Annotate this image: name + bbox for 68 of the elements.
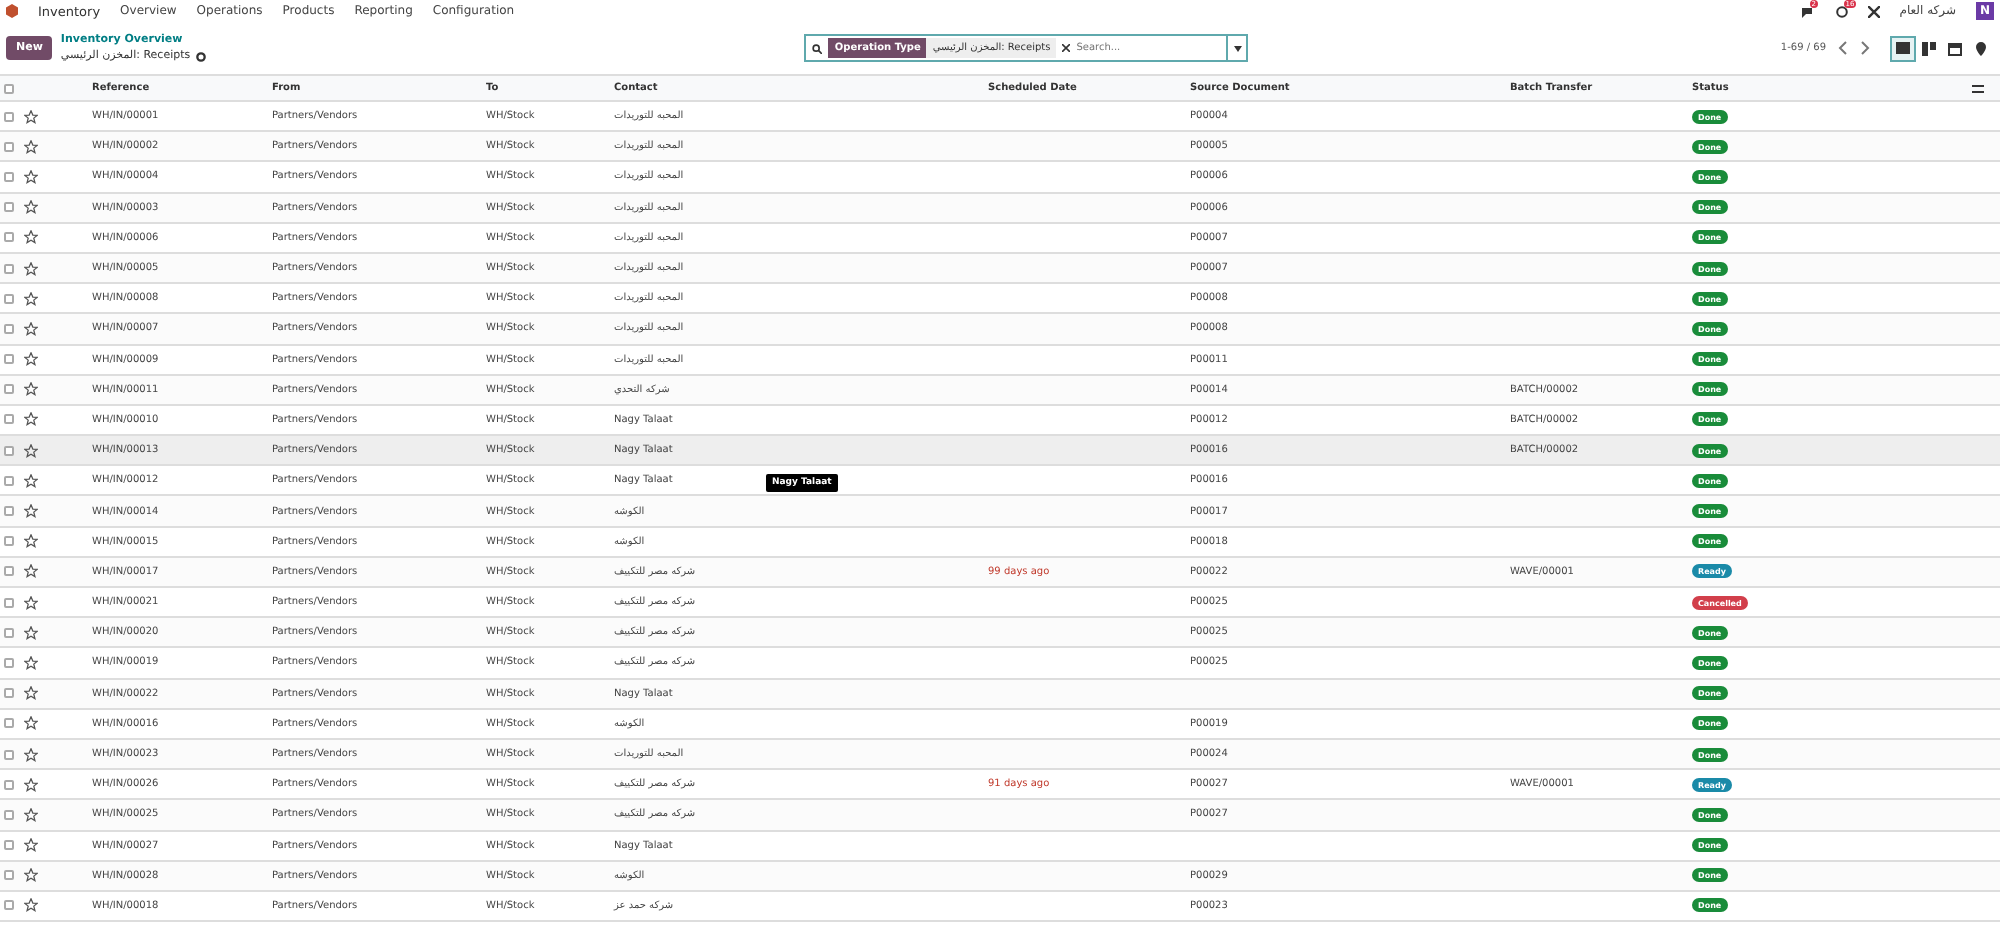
star-icon[interactable] <box>24 321 38 336</box>
star-icon[interactable] <box>24 655 38 670</box>
checkbox[interactable] <box>4 171 14 182</box>
star-icon[interactable] <box>24 595 38 610</box>
tools-icon[interactable] <box>1867 5 1880 17</box>
star-icon[interactable] <box>24 200 38 215</box>
checkbox[interactable] <box>4 445 14 456</box>
close-icon[interactable] <box>1062 44 1071 52</box>
checkbox[interactable] <box>4 657 14 668</box>
star-icon[interactable] <box>24 352 38 367</box>
star-icon[interactable] <box>24 534 38 549</box>
star-icon[interactable] <box>24 807 38 822</box>
star-icon[interactable] <box>24 898 38 913</box>
star-icon[interactable] <box>24 564 38 579</box>
star-icon[interactable] <box>24 230 38 245</box>
column-settings-icon[interactable] <box>1972 83 1984 93</box>
checkbox[interactable] <box>4 840 14 851</box>
list-icon <box>1896 42 1910 54</box>
star-icon[interactable] <box>24 747 38 762</box>
checkbox[interactable] <box>4 566 14 577</box>
calendar-icon <box>1948 41 1962 55</box>
search-icon <box>812 43 823 53</box>
star-icon[interactable] <box>24 443 38 458</box>
checkbox[interactable] <box>4 688 14 699</box>
star-icon[interactable] <box>24 686 38 701</box>
checkbox[interactable] <box>4 384 14 395</box>
caret-icon[interactable] <box>1233 45 1242 51</box>
checkbox[interactable] <box>4 870 14 881</box>
dropdown-toggle[interactable] <box>1226 36 1247 60</box>
star-icon[interactable] <box>24 868 38 883</box>
star-icon[interactable] <box>24 625 38 640</box>
gear-icon[interactable] <box>196 51 207 61</box>
checkbox[interactable] <box>4 323 14 334</box>
star-icon[interactable] <box>24 169 38 184</box>
checkbox[interactable] <box>4 627 14 638</box>
checkbox[interactable] <box>4 293 14 304</box>
star-icon[interactable] <box>24 716 38 731</box>
checkbox[interactable] <box>4 809 14 820</box>
star-icon[interactable] <box>24 504 38 519</box>
checkbox[interactable] <box>4 506 14 517</box>
star-icon[interactable] <box>24 473 38 488</box>
checkbox[interactable] <box>4 597 14 608</box>
star-icon[interactable] <box>24 261 38 276</box>
view-switch-button[interactable] <box>1890 35 1916 61</box>
kanban-icon <box>1922 41 1936 55</box>
star-icon[interactable] <box>24 382 38 397</box>
star-icon[interactable] <box>24 838 38 853</box>
app-logo-icon[interactable] <box>6 4 18 18</box>
checkbox[interactable] <box>4 900 14 911</box>
checkbox[interactable] <box>4 111 14 122</box>
checkbox[interactable] <box>4 202 14 213</box>
star-icon[interactable] <box>24 291 38 306</box>
star-icon[interactable] <box>24 109 38 124</box>
checkbox[interactable] <box>4 536 14 547</box>
checkbox[interactable] <box>4 475 14 486</box>
checkbox[interactable] <box>4 779 14 790</box>
star-icon[interactable] <box>24 777 38 792</box>
checkbox[interactable] <box>4 83 14 93</box>
checkbox[interactable] <box>4 263 14 274</box>
star-icon[interactable] <box>24 139 38 154</box>
checkbox[interactable] <box>4 141 14 152</box>
star-icon[interactable] <box>24 412 38 427</box>
checkbox[interactable] <box>4 414 14 425</box>
checkbox[interactable] <box>4 232 14 243</box>
checkbox[interactable] <box>4 718 14 729</box>
checkbox[interactable] <box>4 354 14 365</box>
checkbox[interactable] <box>4 749 14 760</box>
map-pin-icon <box>1976 41 1986 55</box>
